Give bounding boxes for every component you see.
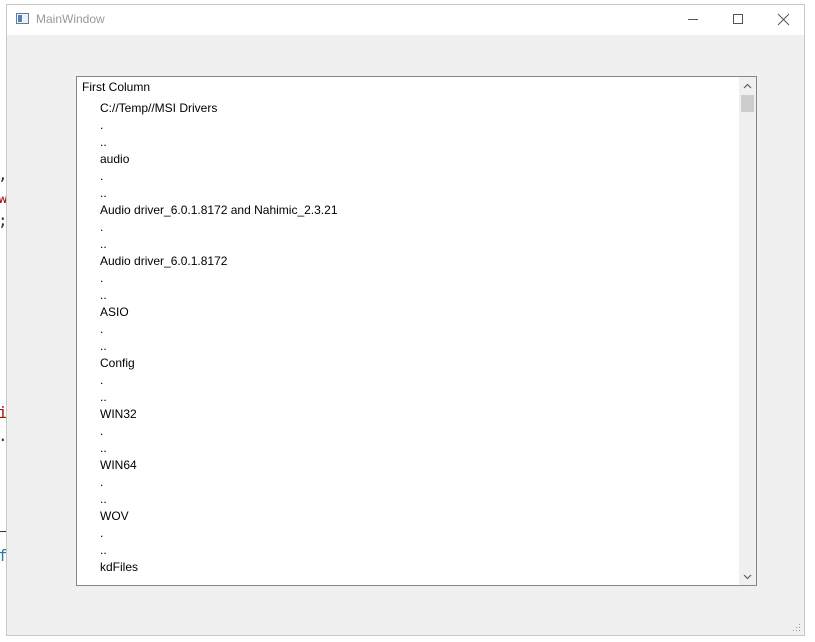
tree-item[interactable]: Config <box>100 355 338 372</box>
tree-item[interactable]: .. <box>100 491 338 508</box>
tree-item[interactable]: . <box>100 372 338 389</box>
chevron-down-icon <box>743 574 752 580</box>
chevron-up-icon <box>743 83 752 89</box>
main-window: MainWindow First Column C://Temp//MSI Dr… <box>6 4 805 636</box>
tree-item[interactable]: . <box>100 321 338 338</box>
tree-view[interactable]: First Column C://Temp//MSI Drivers... aud… <box>76 76 757 586</box>
tree-item[interactable]: .. <box>100 287 338 304</box>
tree-item[interactable]: C://Temp//MSI Drivers <box>100 100 338 117</box>
maximize-icon <box>733 14 743 24</box>
tree-item[interactable]: . <box>100 474 338 491</box>
tree-item[interactable]: .. <box>100 185 338 202</box>
tree-item[interactable]: .. <box>100 389 338 406</box>
maximize-button[interactable] <box>715 5 761 35</box>
tree-item[interactable]: .. <box>100 236 338 253</box>
tree-item[interactable]: WIN32 <box>100 406 338 423</box>
tree-item[interactable]: ASIO <box>100 304 338 321</box>
tree-item[interactable]: Audio driver_6.0.1.8172 and Nahimic_2.3.… <box>100 202 338 219</box>
close-button[interactable] <box>760 5 806 35</box>
tree-item[interactable]: . <box>100 168 338 185</box>
scroll-up-button[interactable] <box>739 77 756 94</box>
tree-item[interactable]: .. <box>100 134 338 151</box>
tree-item[interactable]: . <box>100 423 338 440</box>
window-title: MainWindow <box>36 12 105 26</box>
tree-item[interactable]: . <box>100 525 338 542</box>
minimize-icon <box>688 19 698 20</box>
tree-item[interactable]: WIN64 <box>100 457 338 474</box>
app-window-icon <box>16 13 29 24</box>
tree-item[interactable]: .. <box>100 542 338 559</box>
resize-grip-icon[interactable] <box>791 622 801 632</box>
tree-item[interactable]: WOV <box>100 508 338 525</box>
title-bar[interactable]: MainWindow <box>7 5 804 35</box>
close-icon <box>777 13 790 26</box>
column-header-first[interactable]: First Column <box>82 80 150 94</box>
tree-item[interactable]: audio <box>100 151 338 168</box>
tree-item[interactable]: .. <box>100 440 338 457</box>
minimize-button[interactable] <box>670 5 716 35</box>
vertical-scrollbar[interactable] <box>739 77 756 585</box>
tree-item[interactable]: . <box>100 270 338 287</box>
tree-item[interactable]: kdFiles <box>100 559 338 576</box>
tree-item[interactable]: . <box>100 219 338 236</box>
scroll-down-button[interactable] <box>739 568 756 585</box>
scroll-thumb[interactable] <box>741 95 754 112</box>
tree-item[interactable]: . <box>100 117 338 134</box>
tree-item-list: C://Temp//MSI Drivers... audio... Audio dr… <box>100 100 338 576</box>
tree-item[interactable]: Audio driver_6.0.1.8172 <box>100 253 338 270</box>
tree-item[interactable]: .. <box>100 338 338 355</box>
